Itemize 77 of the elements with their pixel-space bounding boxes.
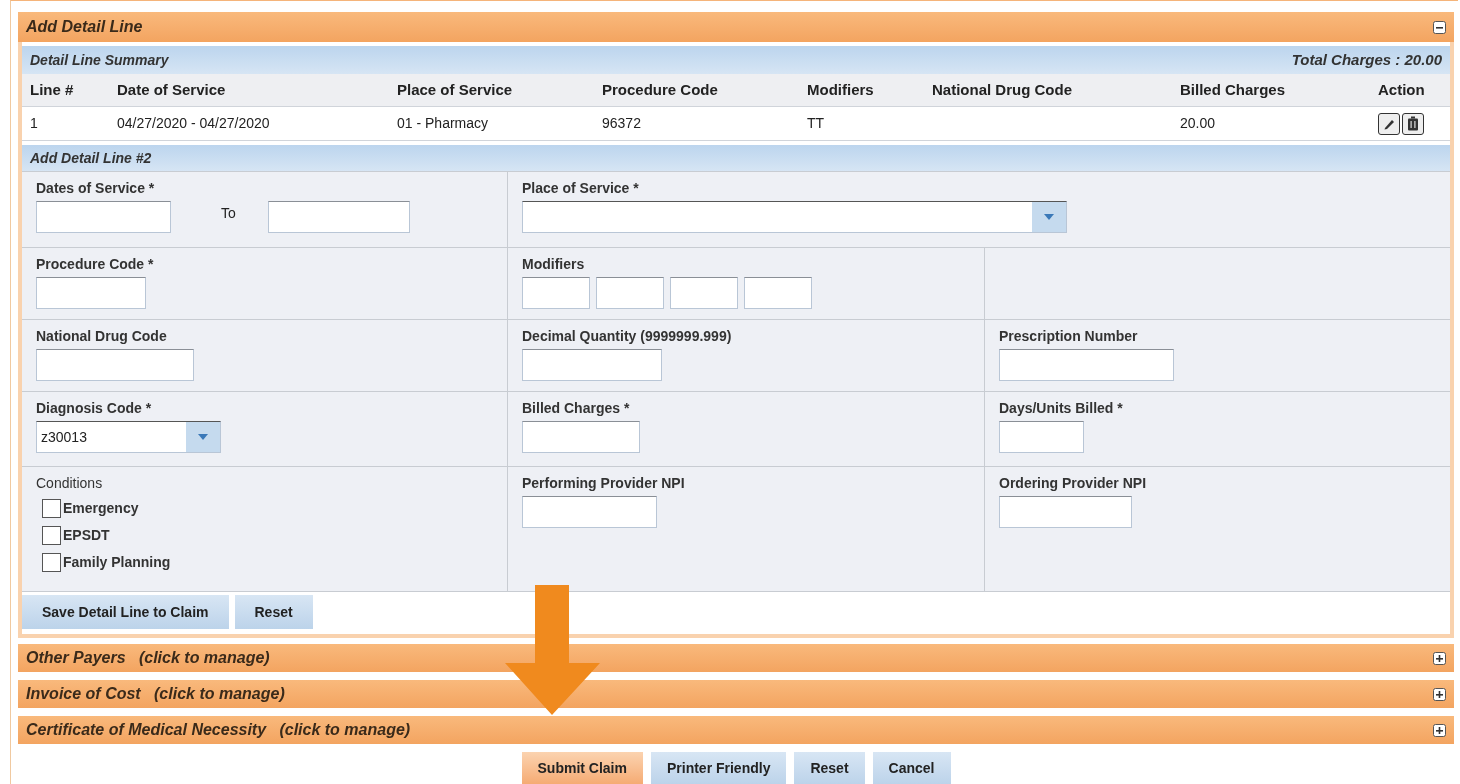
input-field[interactable] [36, 277, 146, 309]
checkbox[interactable] [42, 499, 61, 518]
field-label: Modifiers [522, 255, 586, 274]
column-header: Modifiers [807, 79, 874, 100]
section-title: Invoice of Cost (click to manage) [26, 684, 285, 704]
to-label: To [221, 203, 236, 223]
form-button[interactable]: Reset [234, 595, 313, 629]
select-field[interactable] [522, 201, 1067, 233]
field-label: Prescription Number [999, 327, 1139, 346]
field-label: Billed Charges * [522, 399, 631, 418]
field-label: Ordering Provider NPI [999, 474, 1148, 493]
field-label: Diagnosis Code * [36, 399, 153, 418]
section-title: Certificate of Medical Necessity (click to manage) [26, 720, 411, 740]
table-cell-text: 01 - Pharmacy [397, 114, 490, 133]
checkbox-label: EPSDT [63, 526, 110, 545]
column-header: National Drug Code [932, 79, 1072, 100]
form-title: Add Detail Line #2 [30, 148, 152, 168]
input-field[interactable] [999, 349, 1174, 381]
section-header[interactable]: Certificate of Medical Necessity (click to manage) [18, 716, 1454, 744]
form-button[interactable]: Save Detail Line to Claim [22, 595, 229, 629]
field-label: Dates of Service * [36, 179, 156, 198]
field-label: Procedure Code * [36, 255, 155, 274]
checkbox[interactable] [42, 553, 61, 572]
combo-field[interactable]: z30013 [36, 421, 221, 453]
field-label: Place of Service * [522, 179, 640, 198]
action-button[interactable]: Cancel [872, 752, 951, 784]
field-label: Performing Provider NPI [522, 474, 686, 493]
action-button[interactable]: Submit Claim [521, 752, 643, 784]
action-button[interactable]: Reset [794, 752, 865, 784]
input-field[interactable] [522, 421, 640, 453]
caret-icon [198, 434, 208, 440]
modifier-field[interactable] [596, 277, 664, 309]
table-cell-text: 04/27/2020 - 04/27/2020 [117, 114, 271, 133]
panel-header[interactable]: Add Detail Line [18, 12, 1454, 42]
modifier-field[interactable] [522, 277, 590, 309]
expand-icon[interactable] [1433, 723, 1446, 737]
field-label: Conditions [36, 474, 104, 493]
input-field[interactable] [999, 496, 1132, 528]
edit-button[interactable] [1378, 112, 1400, 135]
field-label: Days/Units Billed * [999, 399, 1124, 418]
field-label: Decimal Quantity (9999999.999) [522, 327, 733, 346]
date-field[interactable] [267, 201, 410, 233]
expand-icon[interactable] [1433, 687, 1446, 701]
total-charges: Total Charges : 20.00 [1291, 49, 1442, 70]
modifier-field[interactable] [744, 277, 812, 309]
expand-icon[interactable] [1433, 651, 1446, 665]
column-header: Procedure Code [602, 79, 718, 100]
modifier-field[interactable] [670, 277, 738, 309]
section-title: Other Payers (click to manage) [26, 648, 270, 668]
action-button[interactable]: Printer Friendly [650, 752, 787, 784]
column-header: Line # [30, 79, 74, 100]
checkbox[interactable] [42, 526, 61, 545]
date-field[interactable] [36, 201, 171, 233]
section-header[interactable]: Invoice of Cost (click to manage) [18, 680, 1454, 708]
column-header: Date of Service [117, 79, 226, 100]
collapse-icon[interactable] [1433, 20, 1446, 34]
checkbox-label: Family Planning [63, 553, 171, 572]
input-field[interactable] [522, 496, 657, 528]
input-field[interactable] [999, 421, 1084, 453]
trash-icon [1407, 116, 1419, 131]
table-cell-text: 20.00 [1180, 114, 1217, 133]
column-header: Action [1378, 79, 1425, 100]
input-field[interactable] [522, 349, 662, 381]
column-header: Place of Service [397, 79, 513, 100]
input-field[interactable] [36, 349, 194, 381]
caret-icon [1044, 214, 1054, 220]
delete-button[interactable] [1402, 112, 1424, 135]
panel-title: Add Detail Line [26, 17, 143, 37]
table-cell-text: 96372 [602, 114, 642, 133]
section-header[interactable]: Other Payers (click to manage) [18, 644, 1454, 672]
field-value: z30013 [40, 427, 88, 447]
checkbox-label: Emergency [63, 499, 139, 518]
field-label: National Drug Code [36, 327, 168, 346]
summary-title: Detail Line Summary [30, 50, 169, 70]
table-cell-text: TT [807, 114, 826, 133]
column-header: Billed Charges [1180, 79, 1286, 100]
table-cell-text: 1 [30, 114, 39, 133]
